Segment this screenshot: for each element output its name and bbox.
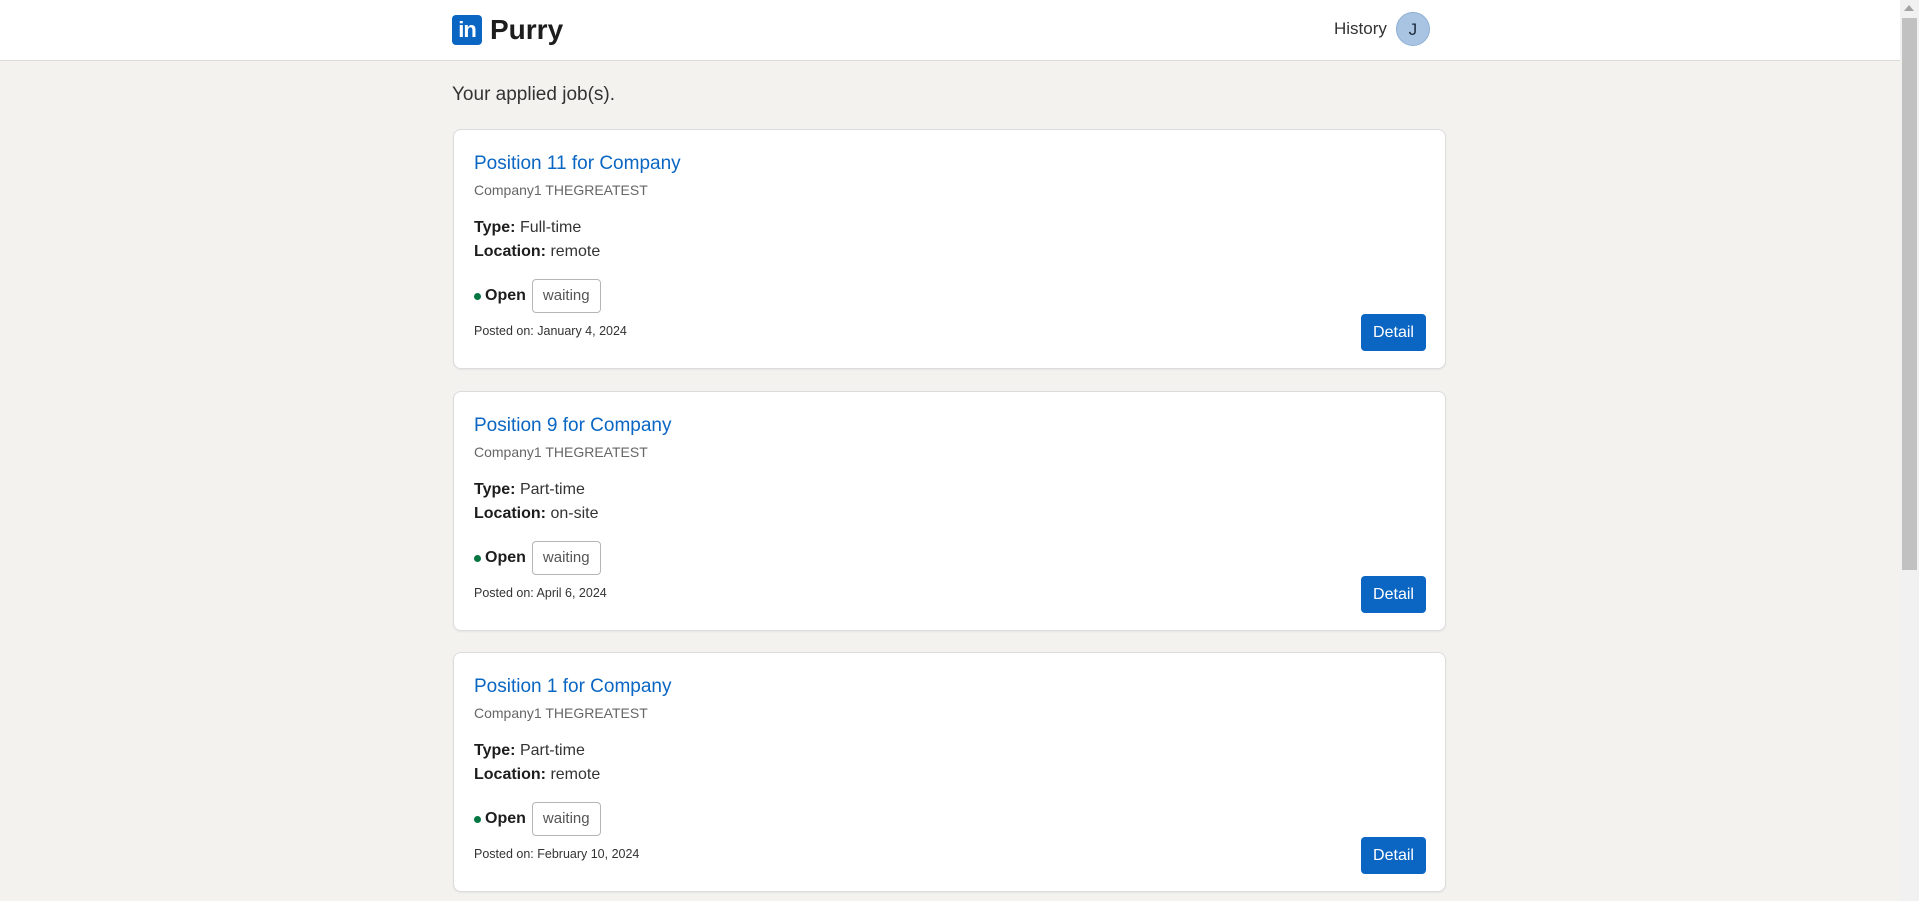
posted-date: Posted on: April 6, 2024 (474, 586, 607, 600)
status-dot-icon (474, 815, 481, 823)
job-type: Type: Full-time (474, 219, 581, 237)
type-value: Full-time (519, 219, 582, 236)
application-status-badge: waiting (531, 541, 601, 575)
nav-right: History J (1334, 12, 1430, 46)
status-dot-icon (474, 292, 481, 300)
type-value: Part-time (519, 742, 585, 759)
status-row: Open waiting (474, 802, 601, 836)
location-label: Location: (474, 766, 546, 783)
job-location: Location: remote (474, 243, 600, 261)
location-value: remote (550, 766, 601, 783)
type-label: Type: (474, 219, 516, 236)
job-card: Position 11 for Company Company1 THEGREA… (453, 129, 1446, 369)
type-label: Type: (474, 742, 516, 759)
status-row: Open waiting (474, 279, 601, 313)
detail-button[interactable]: Detail (1361, 314, 1426, 351)
scrollbar-thumb[interactable] (1902, 18, 1917, 570)
posted-date: Posted on: February 10, 2024 (474, 847, 640, 861)
job-type: Type: Part-time (474, 742, 585, 760)
brand-name: Purry (490, 14, 564, 45)
application-status-badge: waiting (531, 279, 601, 313)
top-navbar: in Purry History J (0, 0, 1900, 61)
job-status: Open (485, 810, 526, 827)
posted-date: Posted on: January 4, 2024 (474, 324, 627, 338)
job-card: Position 1 for Company Company1 THEGREAT… (453, 652, 1446, 892)
type-label: Type: (474, 481, 516, 498)
job-status: Open (485, 287, 526, 304)
scroll-up-arrow-icon[interactable] (1904, 5, 1914, 11)
job-title-link[interactable]: Position 11 for Company (474, 153, 681, 175)
status-row: Open waiting (474, 541, 601, 575)
brand-logo[interactable]: in Purry (452, 14, 563, 46)
location-value: on-site (550, 505, 599, 522)
detail-button[interactable]: Detail (1361, 837, 1426, 874)
location-label: Location: (474, 243, 546, 260)
application-status-badge: waiting (531, 802, 601, 836)
linkedin-icon: in (452, 15, 482, 45)
page-title: Your applied job(s). (452, 84, 616, 105)
history-link[interactable]: History (1334, 19, 1387, 39)
vertical-scrollbar[interactable] (1900, 0, 1919, 901)
job-title-link[interactable]: Position 1 for Company (474, 676, 672, 698)
job-location: Location: on-site (474, 505, 598, 523)
job-card: Position 9 for Company Company1 THEGREAT… (453, 391, 1446, 631)
job-status: Open (485, 549, 526, 566)
status-dot-icon (474, 554, 481, 562)
company-name: Company1 THEGREATEST (474, 705, 648, 721)
job-title-link[interactable]: Position 9 for Company (474, 415, 672, 437)
company-name: Company1 THEGREATEST (474, 444, 648, 460)
location-label: Location: (474, 505, 546, 522)
job-location: Location: remote (474, 766, 600, 784)
type-value: Part-time (519, 481, 585, 498)
detail-button[interactable]: Detail (1361, 576, 1426, 613)
location-value: remote (550, 243, 601, 260)
company-name: Company1 THEGREATEST (474, 182, 648, 198)
avatar[interactable]: J (1395, 12, 1430, 46)
job-type: Type: Part-time (474, 481, 585, 499)
